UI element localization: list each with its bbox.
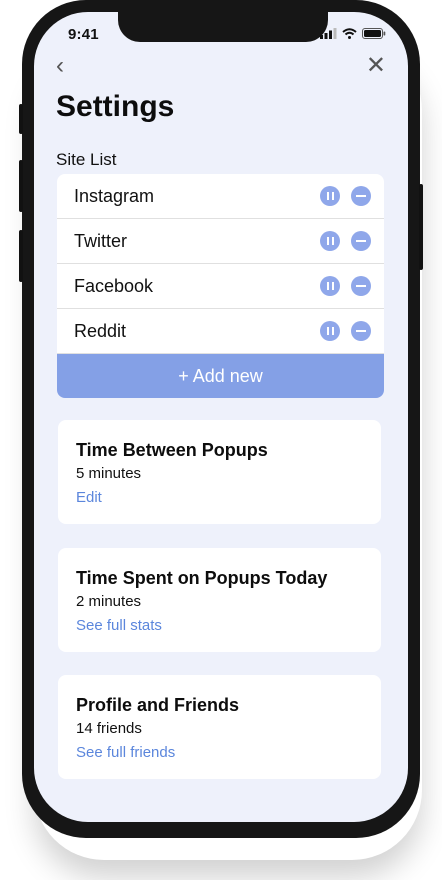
remove-icon[interactable] bbox=[351, 231, 371, 251]
pause-icon[interactable] bbox=[320, 321, 340, 341]
site-name: Twitter bbox=[74, 230, 128, 251]
site-list: Instagram Twitter Facebook Reddit + Add … bbox=[57, 174, 384, 398]
battery-icon bbox=[362, 28, 386, 39]
add-new-button[interactable]: + Add new bbox=[57, 354, 384, 398]
profile-friends-card: Profile and Friends 14 friends See full … bbox=[58, 675, 381, 779]
see-full-friends-link[interactable]: See full friends bbox=[76, 744, 175, 761]
card-value: 14 friends bbox=[76, 720, 142, 737]
remove-icon[interactable] bbox=[351, 276, 371, 296]
card-title: Time Spent on Popups Today bbox=[76, 568, 328, 588]
site-name: Instagram bbox=[74, 185, 155, 206]
pause-icon[interactable] bbox=[320, 186, 340, 206]
card-title: Profile and Friends bbox=[76, 695, 240, 715]
status-time: 9:41 bbox=[68, 26, 99, 43]
remove-icon[interactable] bbox=[351, 186, 371, 206]
row-actions bbox=[320, 231, 371, 251]
row-actions bbox=[320, 321, 371, 341]
site-row-facebook: Facebook bbox=[57, 264, 384, 309]
row-actions bbox=[320, 276, 371, 296]
row-actions bbox=[320, 186, 371, 206]
volume-down-button bbox=[19, 230, 23, 282]
site-name: Facebook bbox=[74, 275, 154, 296]
edit-link[interactable]: Edit bbox=[76, 489, 102, 506]
page-title: Settings bbox=[56, 90, 175, 123]
card-title: Time Between Popups bbox=[76, 440, 268, 460]
time-between-popups-card: Time Between Popups 5 minutes Edit bbox=[58, 420, 381, 524]
notch bbox=[118, 12, 328, 42]
screen: 9:41 ‹ ✕ Settings Site List Instagram Tw… bbox=[34, 12, 408, 822]
back-icon[interactable]: ‹ bbox=[56, 54, 64, 78]
close-icon[interactable]: ✕ bbox=[366, 54, 386, 78]
see-full-stats-link[interactable]: See full stats bbox=[76, 617, 162, 634]
site-row-reddit: Reddit bbox=[57, 309, 384, 354]
wifi-icon bbox=[342, 28, 357, 39]
status-icons bbox=[320, 28, 386, 39]
site-row-twitter: Twitter bbox=[57, 219, 384, 264]
site-row-instagram: Instagram bbox=[57, 174, 384, 219]
pause-icon[interactable] bbox=[320, 276, 340, 296]
site-list-label: Site List bbox=[56, 150, 117, 169]
site-name: Reddit bbox=[74, 320, 127, 341]
pause-icon[interactable] bbox=[320, 231, 340, 251]
signal-icon bbox=[320, 28, 337, 39]
remove-icon[interactable] bbox=[351, 321, 371, 341]
card-value: 2 minutes bbox=[76, 593, 142, 610]
time-spent-card: Time Spent on Popups Today 2 minutes See… bbox=[58, 548, 381, 652]
power-button bbox=[419, 184, 423, 270]
volume-up-button bbox=[19, 160, 23, 212]
card-value: 5 minutes bbox=[76, 465, 142, 482]
mute-switch bbox=[19, 104, 23, 134]
